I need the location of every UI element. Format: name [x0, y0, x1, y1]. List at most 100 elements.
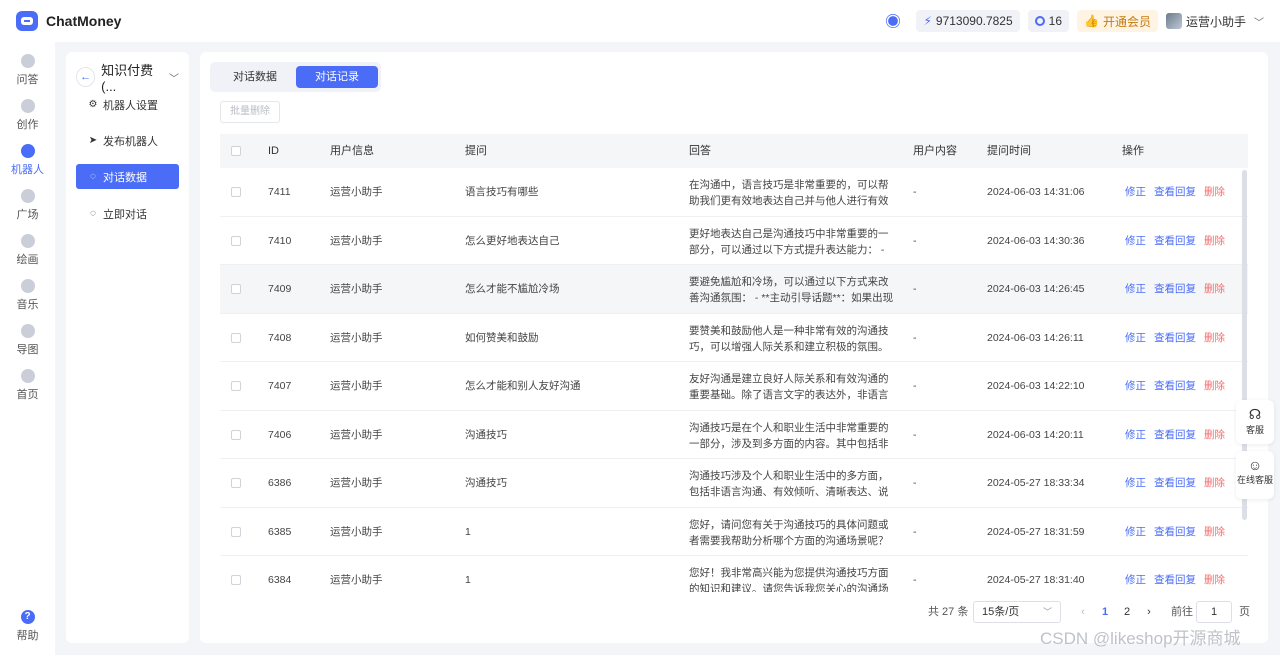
row-checkbox[interactable]: [231, 429, 241, 440]
online-service-float-button[interactable]: ☺ 在线客服: [1236, 451, 1274, 499]
row-answer: 沟通技巧是在个人和职业生活中非常重要的一部分，涉及到多方面的内容。其中包括非语言…: [689, 421, 889, 450]
service-float-button[interactable]: ☊ 客服: [1236, 400, 1274, 444]
rail-item-draw[interactable]: 绘画: [0, 234, 55, 267]
rail-item-qa[interactable]: 问答: [0, 54, 55, 87]
row-checkbox[interactable]: [231, 187, 241, 197]
submenu-item-dialog-data[interactable]: ◌ 对话数据: [76, 164, 179, 189]
app-name[interactable]: ChatMoney: [46, 13, 121, 29]
edit-link[interactable]: 修正: [1125, 574, 1146, 586]
view-reply-link[interactable]: 查看回复: [1154, 574, 1196, 586]
row-user: 运营小助手: [330, 574, 383, 586]
column-header-content[interactable]: 用户内容: [913, 134, 957, 168]
tab-dialog-records[interactable]: 对话记录: [296, 66, 378, 88]
edit-link[interactable]: 修正: [1125, 332, 1146, 344]
column-header-answer[interactable]: 回答: [689, 134, 711, 168]
thumb-icon: 👍: [1084, 14, 1099, 28]
row-id: 7409: [268, 283, 292, 295]
page-suffix: 页: [1239, 606, 1250, 618]
page-size-value: 15条/页: [982, 606, 1020, 618]
rail-item-help[interactable]: ? 帮助: [0, 610, 55, 643]
rail-item-create[interactable]: 创作: [0, 99, 55, 132]
view-reply-link[interactable]: 查看回复: [1154, 380, 1196, 392]
user-menu[interactable]: 运营小助手 ﹀: [1165, 13, 1264, 30]
view-reply-link[interactable]: 查看回复: [1154, 477, 1196, 489]
next-page-icon[interactable]: ›: [1139, 601, 1159, 623]
rail-item-robot[interactable]: 机器人: [0, 144, 55, 177]
view-reply-link[interactable]: 查看回复: [1154, 235, 1196, 247]
vip-button[interactable]: 👍 开通会员: [1077, 10, 1158, 32]
row-time: 2024-06-03 14:26:45: [987, 283, 1085, 295]
edit-link[interactable]: 修正: [1125, 186, 1146, 198]
table-body: 7411 运营小助手 语言技巧有哪些 在沟通中，语言技巧是非常重要的，可以帮助我…: [220, 168, 1248, 592]
row-checkbox[interactable]: [231, 381, 241, 391]
row-checkbox[interactable]: [231, 575, 241, 585]
row-checkbox[interactable]: [231, 284, 241, 294]
rail-item-music[interactable]: 音乐: [0, 279, 55, 312]
back-arrow-icon[interactable]: ←: [76, 67, 96, 87]
row-checkbox[interactable]: [231, 478, 241, 488]
page-1[interactable]: 1: [1095, 601, 1115, 623]
edit-link[interactable]: 修正: [1125, 526, 1146, 538]
submenu-item-publish[interactable]: ➤ 发布机器人: [76, 128, 179, 153]
page-size-select[interactable]: 15条/页 ﹀: [973, 601, 1061, 623]
row-checkbox[interactable]: [231, 332, 241, 343]
row-answer: 您好，请问您有关于沟通技巧的具体问题或者需要我帮助分析哪个方面的沟通场景呢？请告…: [689, 518, 889, 547]
rail-item-square[interactable]: 广场: [0, 189, 55, 222]
home-icon: [20, 369, 35, 383]
balance-badge[interactable]: ⚡ 9713090.7825: [916, 10, 1020, 32]
select-all-checkbox[interactable]: [231, 146, 241, 156]
delete-link[interactable]: 删除: [1204, 574, 1225, 586]
submenu-header[interactable]: ← 知识付费(... ﹀: [66, 52, 189, 94]
row-question: 1: [465, 574, 471, 586]
column-header-question[interactable]: 提问: [465, 134, 487, 168]
delete-link[interactable]: 删除: [1204, 380, 1225, 392]
submenu-item-robot-settings[interactable]: ⚙ 机器人设置: [76, 92, 179, 117]
edit-link[interactable]: 修正: [1125, 283, 1146, 295]
submenu-label: 立即对话: [103, 208, 147, 221]
tab-dialog-data[interactable]: 对话数据: [215, 66, 295, 88]
rail-item-mindmap[interactable]: 导图: [0, 324, 55, 357]
view-reply-link[interactable]: 查看回复: [1154, 526, 1196, 538]
batch-delete-button[interactable]: 批量删除: [220, 101, 280, 123]
app-logo-icon[interactable]: [16, 11, 38, 31]
submenu-item-chat-now[interactable]: ◌ 立即对话: [76, 201, 179, 226]
row-answer: 在沟通中，语言技巧是非常重要的，可以帮助我们更有效地表达自己并与他人进行有效的交…: [689, 179, 889, 207]
page-2[interactable]: 2: [1117, 601, 1137, 623]
row-checkbox[interactable]: [231, 526, 241, 537]
delete-link[interactable]: 删除: [1204, 235, 1225, 247]
column-header-time[interactable]: 提问时间: [987, 134, 1031, 168]
row-answer: 友好沟通是建立良好人际关系和有效沟通的重要基础。除了语言文字的表达外，非语言沟通…: [689, 373, 889, 401]
delete-link[interactable]: 删除: [1204, 477, 1225, 489]
view-reply-link[interactable]: 查看回复: [1154, 332, 1196, 344]
row-checkbox[interactable]: [231, 235, 241, 246]
robot-submenu: ← 知识付费(... ﹀ ⚙ 机器人设置 ➤ 发布机器人 ◌ 对话数据 ◌ 立即…: [66, 52, 189, 643]
edit-link[interactable]: 修正: [1125, 380, 1146, 392]
count-badge[interactable]: 16: [1027, 10, 1070, 32]
headset-icon: ☊: [1248, 406, 1262, 422]
row-answer: 要赞美和鼓励他人是一种非常有效的沟通技巧，可以增强人际关系和建立积极的氛围。以下…: [689, 324, 889, 353]
rail-item-home[interactable]: 首页: [0, 369, 55, 402]
column-header-user[interactable]: 用户信息: [330, 134, 374, 168]
goto-page-input[interactable]: 1: [1196, 601, 1232, 623]
edit-link[interactable]: 修正: [1125, 477, 1146, 489]
view-reply-link[interactable]: 查看回复: [1154, 283, 1196, 295]
delete-link[interactable]: 删除: [1204, 283, 1225, 295]
delete-link[interactable]: 删除: [1204, 429, 1225, 441]
view-reply-link[interactable]: 查看回复: [1154, 186, 1196, 198]
column-header-id[interactable]: ID: [268, 134, 279, 168]
delete-link[interactable]: 删除: [1204, 332, 1225, 344]
delete-link[interactable]: 删除: [1204, 526, 1225, 538]
row-time: 2024-06-03 14:26:11: [987, 331, 1084, 344]
theme-toggle-icon[interactable]: [888, 16, 899, 26]
rail-label: 导图: [16, 344, 39, 356]
delete-link[interactable]: 删除: [1204, 186, 1225, 198]
top-bar: ChatMoney ⚡ 9713090.7825 16 👍 开通会员 运营小助手…: [0, 0, 1280, 42]
table-row: 7406 运营小助手 沟通技巧 沟通技巧是在个人和职业生活中非常重要的一部分，涉…: [220, 411, 1248, 459]
row-content: -: [913, 283, 917, 295]
view-reply-link[interactable]: 查看回复: [1154, 429, 1196, 441]
edit-link[interactable]: 修正: [1125, 429, 1146, 441]
row-actions: 修正 查看回复 删除: [1125, 411, 1225, 459]
edit-link[interactable]: 修正: [1125, 235, 1146, 247]
prev-page-icon[interactable]: ‹: [1073, 601, 1093, 623]
rail-label: 首页: [16, 389, 39, 401]
